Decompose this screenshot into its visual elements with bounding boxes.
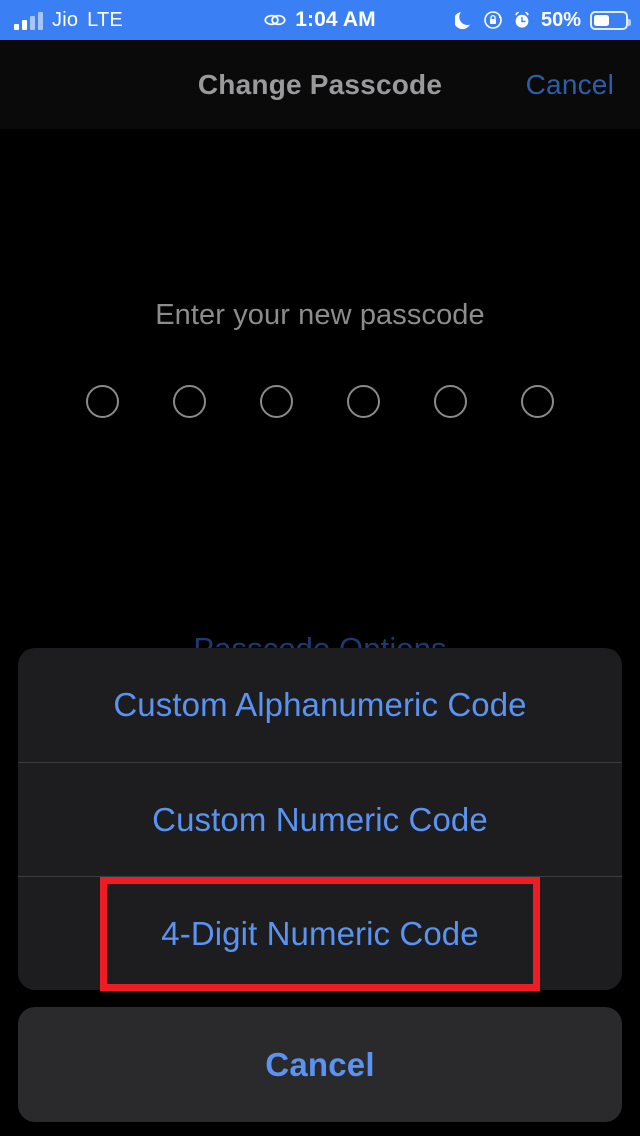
phone-screen: Jio LTE 1:04 AM 50% Change Passcode Canc… — [0, 0, 640, 1136]
passcode-dot — [434, 385, 467, 418]
link-chain-icon — [264, 14, 286, 26]
battery-icon — [590, 10, 631, 30]
alarm-clock-icon — [515, 11, 529, 28]
rotation-lock-icon — [484, 11, 502, 29]
passcode-dot — [260, 385, 293, 418]
passcode-prompt: Enter your new passcode — [155, 299, 485, 331]
do-not-disturb-moon-icon — [454, 12, 470, 30]
passcode-dot — [347, 385, 380, 418]
action-sheet-item-custom-alphanumeric[interactable]: Custom Alphanumeric Code — [18, 648, 622, 762]
passcode-dot — [521, 385, 554, 418]
navigation-bar: Change Passcode Cancel — [0, 40, 640, 129]
status-bar: Jio LTE 1:04 AM 50% — [0, 0, 640, 40]
action-sheet-item-custom-numeric[interactable]: Custom Numeric Code — [18, 762, 622, 876]
clock-label: 1:04 AM — [295, 8, 376, 31]
status-bar-right: 50% — [454, 8, 631, 32]
passcode-options-action-sheet: Custom Alphanumeric Code Custom Numeric … — [18, 648, 622, 990]
action-sheet-item-4-digit-numeric[interactable]: 4-Digit Numeric Code — [18, 876, 622, 990]
action-sheet-cancel-label: Cancel — [265, 1045, 375, 1083]
passcode-dot — [173, 385, 206, 418]
page-title: Change Passcode — [197, 68, 443, 100]
action-sheet-cancel-button[interactable]: Cancel — [18, 1007, 622, 1122]
battery-percent-label: 50% — [540, 8, 581, 31]
passcode-dot — [86, 385, 119, 418]
passcode-dots — [0, 385, 640, 418]
nav-cancel-button[interactable]: Cancel — [526, 69, 614, 101]
